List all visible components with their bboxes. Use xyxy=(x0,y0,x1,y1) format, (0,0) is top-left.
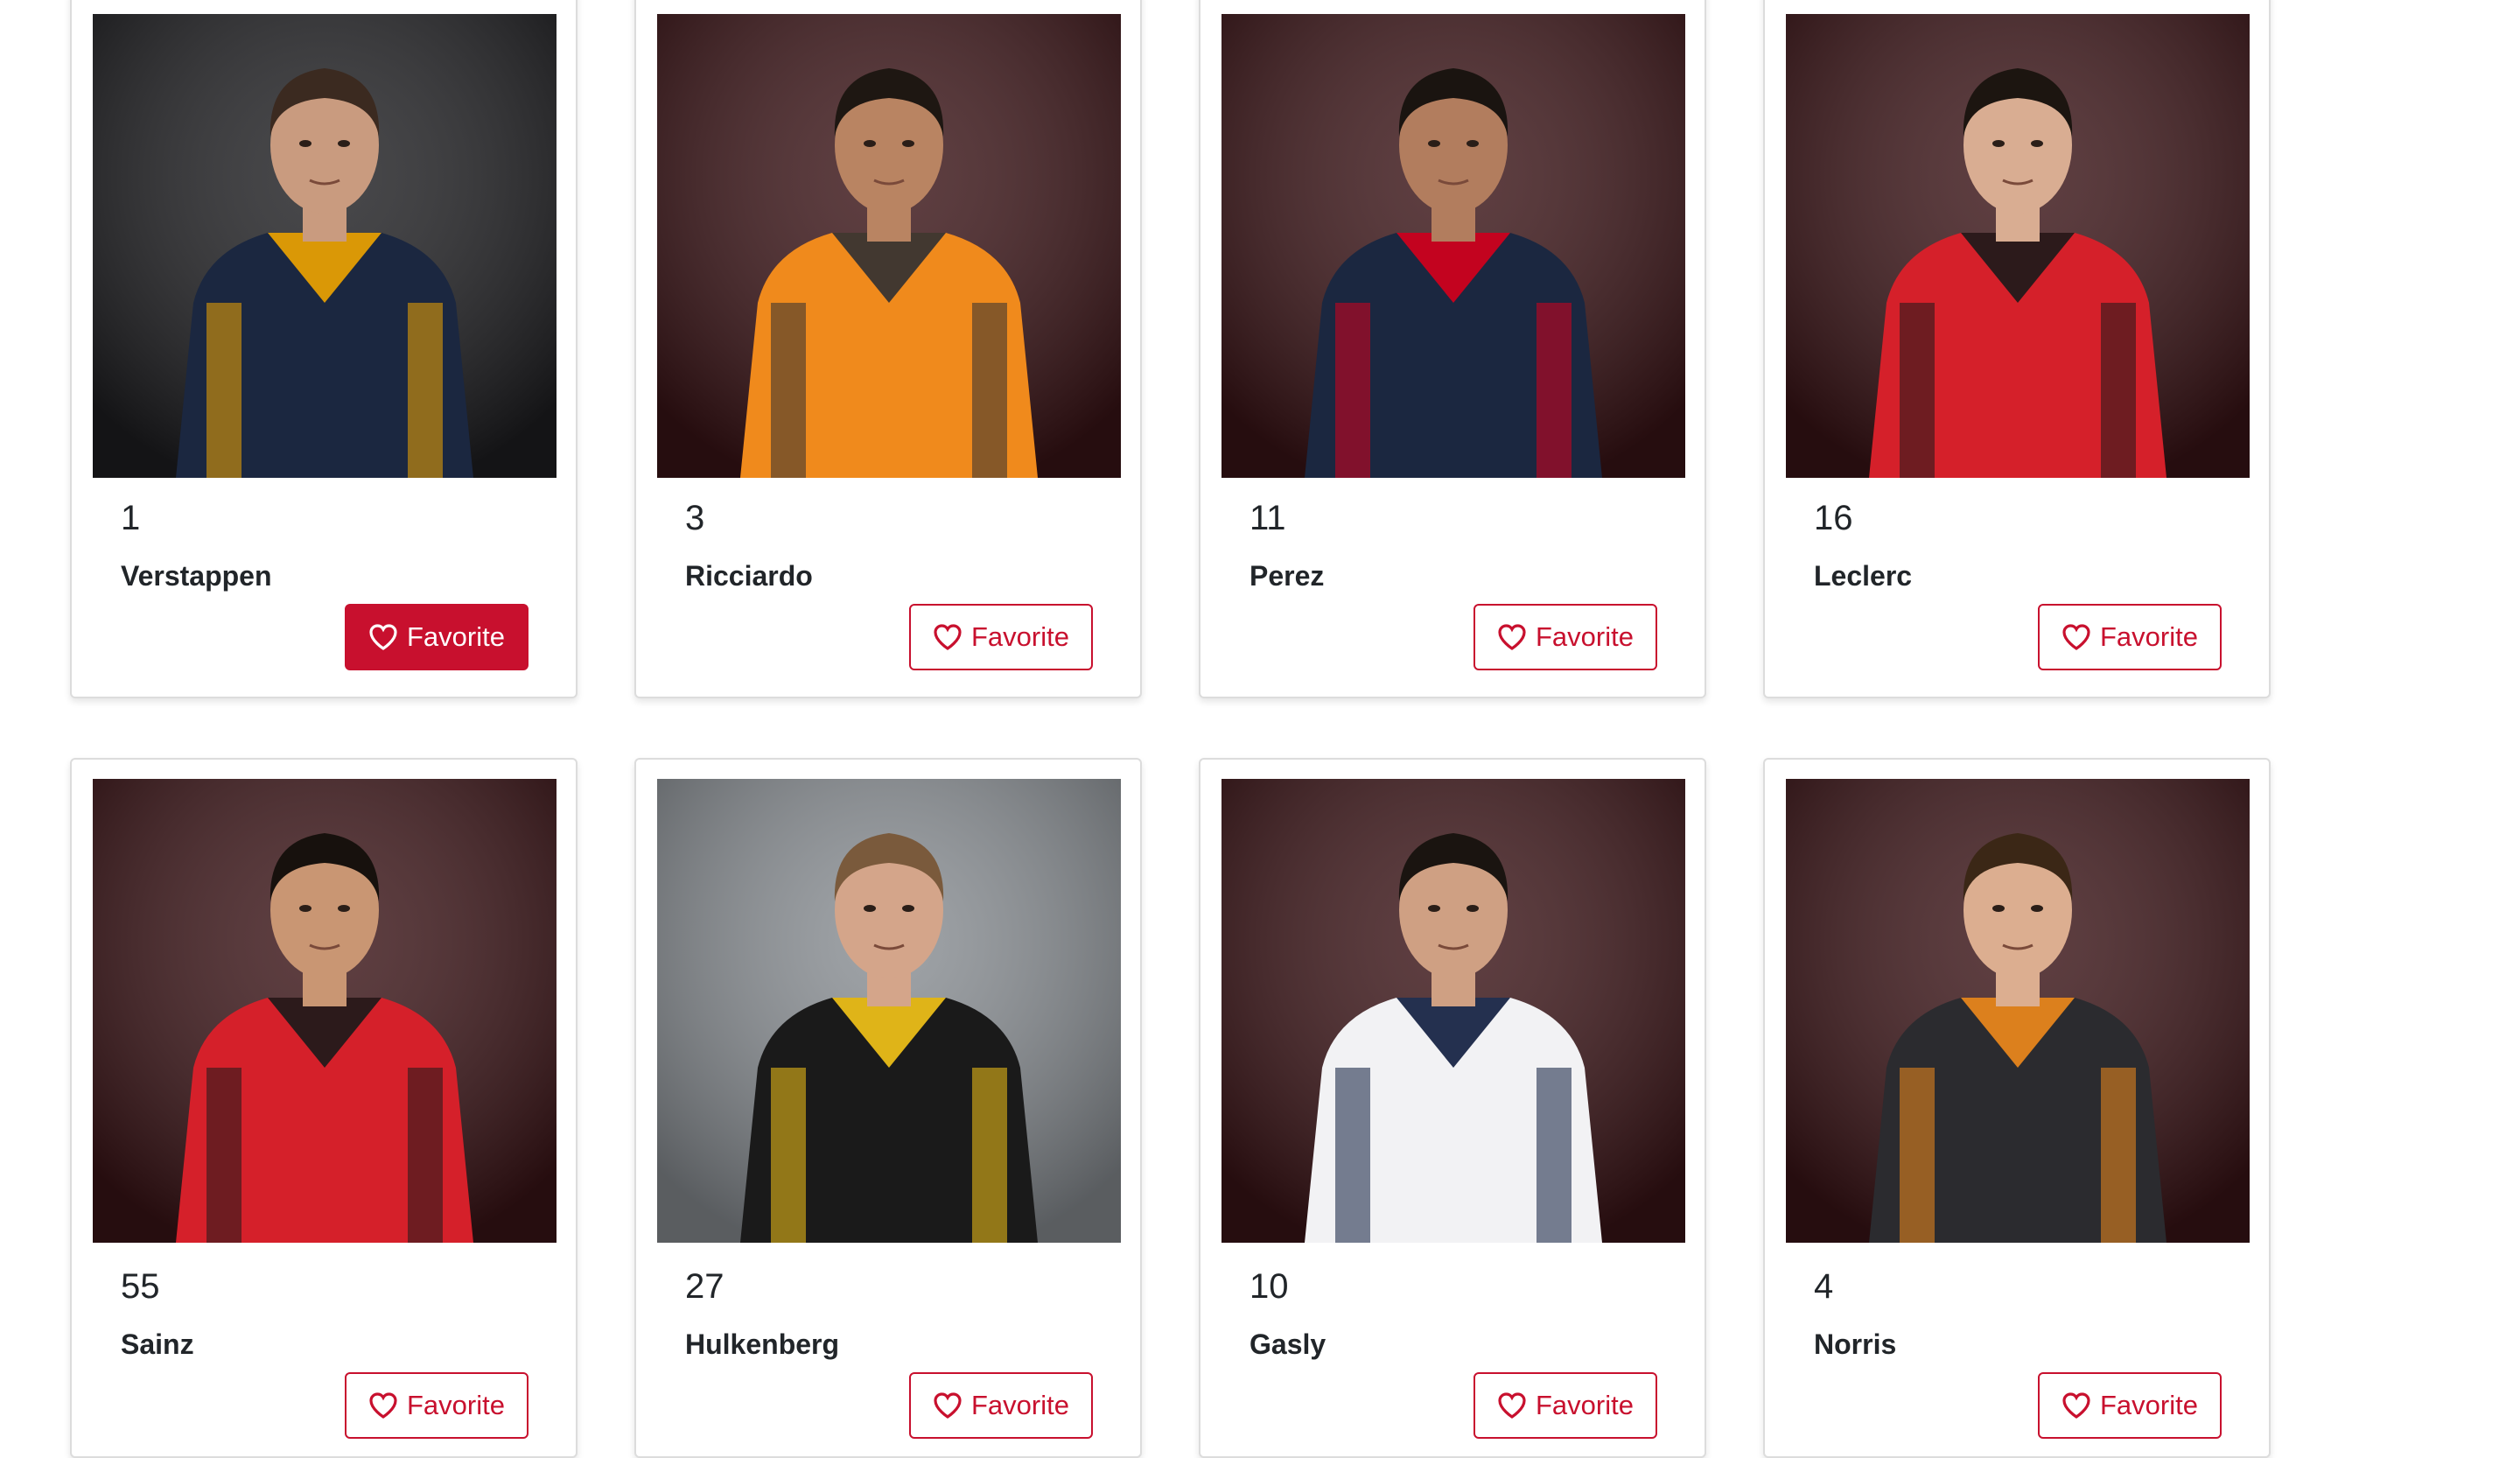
driver-photo xyxy=(1222,779,1685,1243)
favorite-button-label: Favorite xyxy=(407,1390,505,1420)
driver-photo xyxy=(657,14,1121,478)
favorite-button-label: Favorite xyxy=(407,621,505,652)
favorite-button[interactable]: Favorite xyxy=(1474,1372,1657,1439)
heart-icon xyxy=(1498,624,1526,650)
driver-photo xyxy=(1786,14,2250,478)
favorite-button[interactable]: Favorite xyxy=(1474,604,1657,670)
driver-name: Perez xyxy=(1250,560,1325,592)
driver-card: 3 Ricciardo Favorite xyxy=(634,0,1142,698)
favorite-button[interactable]: Favorite xyxy=(2038,1372,2222,1439)
favorite-button-label: Favorite xyxy=(2100,1390,2198,1420)
driver-card: 1 Verstappen Favorite xyxy=(70,0,578,698)
favorite-button-label: Favorite xyxy=(1536,621,1634,652)
driver-card: 10 Gasly Favorite xyxy=(1199,758,1706,1458)
heart-icon xyxy=(369,624,397,650)
driver-card: 4 Norris Favorite xyxy=(1763,758,2271,1458)
driver-card: 16 Leclerc Favorite xyxy=(1763,0,2271,698)
heart-icon xyxy=(934,624,962,650)
heart-icon xyxy=(2062,624,2090,650)
driver-card: 27 Hulkenberg Favorite xyxy=(634,758,1142,1458)
favorite-button[interactable]: Favorite xyxy=(345,1372,528,1439)
driver-number: 4 xyxy=(1814,1267,1834,1306)
heart-icon xyxy=(1498,1392,1526,1419)
driver-grid: 1 Verstappen Favorite 3 Ricciardo Favorite 11 P… xyxy=(0,0,2520,1458)
driver-name: Hulkenberg xyxy=(685,1328,840,1360)
driver-number: 3 xyxy=(685,499,705,537)
favorite-button-label: Favorite xyxy=(2100,621,2198,652)
favorite-button-label: Favorite xyxy=(1536,1390,1634,1420)
heart-icon xyxy=(2062,1392,2090,1419)
driver-number: 1 xyxy=(121,499,141,537)
favorite-button[interactable]: Favorite xyxy=(345,604,528,670)
driver-photo xyxy=(1222,14,1685,478)
driver-name: Sainz xyxy=(121,1328,194,1360)
favorite-button[interactable]: Favorite xyxy=(909,1372,1093,1439)
driver-number: 16 xyxy=(1814,499,1853,537)
driver-number: 10 xyxy=(1250,1267,1289,1306)
driver-number: 11 xyxy=(1250,499,1286,537)
driver-card: 11 Perez Favorite xyxy=(1199,0,1706,698)
driver-name: Verstappen xyxy=(121,560,272,592)
driver-name: Gasly xyxy=(1250,1328,1326,1360)
driver-card: 55 Sainz Favorite xyxy=(70,758,578,1458)
favorite-button-label: Favorite xyxy=(971,1390,1069,1420)
heart-icon xyxy=(369,1392,397,1419)
favorite-button[interactable]: Favorite xyxy=(909,604,1093,670)
driver-photo xyxy=(93,779,556,1243)
driver-photo xyxy=(93,14,556,478)
favorite-button[interactable]: Favorite xyxy=(2038,604,2222,670)
driver-photo xyxy=(1786,779,2250,1243)
heart-icon xyxy=(934,1392,962,1419)
driver-number: 27 xyxy=(685,1267,724,1306)
driver-name: Norris xyxy=(1814,1328,1897,1360)
driver-name: Ricciardo xyxy=(685,560,813,592)
driver-photo xyxy=(657,779,1121,1243)
favorite-button-label: Favorite xyxy=(971,621,1069,652)
driver-number: 55 xyxy=(121,1267,160,1306)
driver-name: Leclerc xyxy=(1814,560,1913,592)
